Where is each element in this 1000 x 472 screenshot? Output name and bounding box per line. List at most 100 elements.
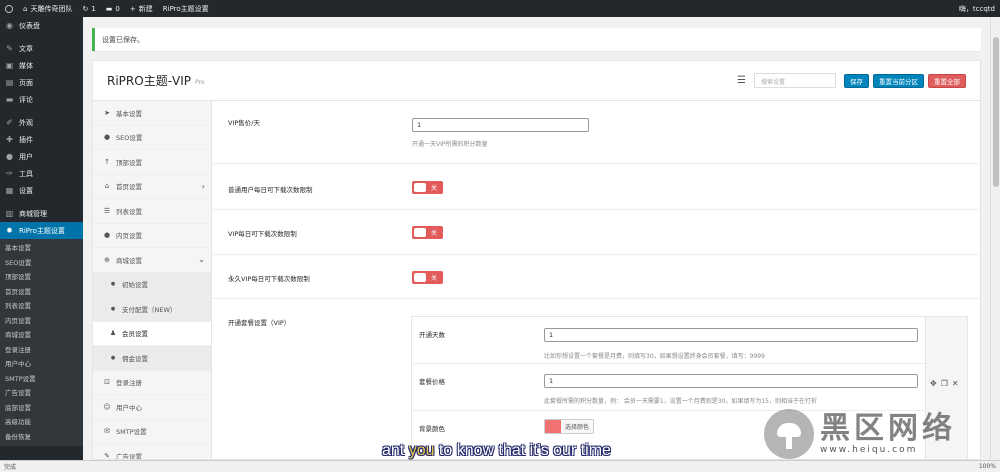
zoom-level[interactable]: 100% (979, 463, 996, 470)
nav-item[interactable]: ✉ SMTP设置 (93, 420, 211, 444)
menu-item[interactable]: ✹ RiPro主题设置 (0, 222, 83, 239)
home-icon: ⌂ (23, 4, 28, 13)
submenu-item[interactable]: 广告设置 (0, 386, 83, 401)
nav-item[interactable]: ● 内页设置 (93, 224, 211, 248)
admin-sidebar-menu: ◉ 仪表盘 ✎ 文章 ▣ 媒体 ▤ 页面 ▬ 评论 ✐ 外观 ✚ 插件 ● 用户 ✑ 工具 ▦ 设置 ▥ 商城管理 ✹ RiP… (0, 17, 83, 460)
submenu-item[interactable]: 底部设置 (0, 401, 83, 416)
menu-item[interactable]: ✎ 文章 (0, 40, 83, 57)
nav-item[interactable]: ⌂ 首页设置 › (93, 175, 211, 199)
plugin-icon: ✚ (6, 135, 13, 144)
copy-icon[interactable]: ❐ (941, 379, 948, 388)
submenu-item[interactable]: 用户中心 (0, 357, 83, 372)
menu-item[interactable]: ● 用户 (0, 148, 83, 165)
color-picker-button[interactable]: 选择颜色 (544, 419, 595, 434)
submenu-item[interactable]: 列表设置 (0, 299, 83, 314)
panel-title: RiPRO主题-VIP (107, 74, 192, 88)
comments-link[interactable]: ▬ 0 (101, 0, 125, 17)
expand-list-icon[interactable]: ☰ (737, 75, 746, 86)
nav-item[interactable]: ➤ 基本设置 (93, 101, 211, 126)
chevron-icon: ⌄ (198, 255, 205, 265)
move-icon[interactable]: ✥ (930, 379, 937, 388)
page-scrollbar[interactable] (990, 17, 1000, 460)
home-icon: ⌂ (104, 182, 110, 191)
theme-settings-link[interactable]: RiPro主题设置 (158, 0, 214, 17)
nav-item-label: 列表设置 (116, 207, 142, 216)
vip-price-input[interactable]: 1 (412, 118, 589, 132)
scrollbar-thumb[interactable] (993, 37, 999, 187)
menu-item-label: 评论 (19, 95, 33, 104)
submenu-item[interactable]: SMTP设置 (0, 372, 83, 387)
package-price-desc: 此套餐所需的积分数量，例： 会员一天需要1，设置一个月费则是30，如果填写为15… (544, 398, 817, 405)
arrow-up-icon: ↑ (104, 157, 110, 166)
submenu-item[interactable]: 基本设置 (0, 241, 83, 256)
submenu-item[interactable]: 顶部设置 (0, 270, 83, 285)
submenu-item[interactable]: SEO设置 (0, 256, 83, 271)
comment-icon: ▬ (105, 4, 113, 13)
packages-label: 开通套餐设置（VIP） (228, 319, 291, 327)
forever-daily-toggle[interactable]: 关 (412, 271, 443, 284)
menu-item[interactable]: ▤ 页面 (0, 74, 83, 91)
nav-item-label: 广告设置 (116, 452, 142, 460)
menu-item[interactable]: ✚ 插件 (0, 131, 83, 148)
nav-item-label: 支付配置（NEW） (122, 305, 177, 314)
dot-icon: ● (110, 281, 116, 288)
reset-all-button[interactable]: 重置全部 (928, 73, 966, 88)
menu-item[interactable]: ▥ 商城管理 (0, 205, 83, 222)
settings-panel: RiPRO主题-VIP Pro ☰ 搜索设置 保存 重置当前分区 重置全部 ➤ 基… (92, 60, 981, 460)
remove-icon[interactable]: ✕ (952, 379, 959, 388)
nav-item[interactable]: ☺ 用户中心 (93, 395, 211, 420)
nav-item[interactable]: ● 支付配置（NEW） (93, 297, 211, 322)
normal-daily-toggle[interactable]: 关 (412, 181, 443, 194)
toggle-knob (414, 228, 426, 237)
submenu-item[interactable]: 首页设置 (0, 285, 83, 300)
notice-text: 设置已保存。 (102, 35, 144, 44)
package-price-row: 套餐价格 1 此套餐所需的积分数量，例： 会员一天需要1，设置一个月费则是30，… (412, 364, 925, 411)
reset-section-button[interactable]: 重置当前分区 (873, 73, 924, 88)
nav-item[interactable]: ● 初始设置 (93, 272, 211, 297)
menu-item-label: 外观 (19, 118, 33, 127)
menu-item[interactable]: ◉ 仪表盘 (0, 17, 83, 34)
site-name: 天雕传奇团队 (30, 4, 73, 13)
subtitle-part1: ant (382, 442, 409, 459)
submenu-item[interactable]: 备份恢复 (0, 430, 83, 445)
updates-link[interactable]: ↻ 1 (77, 0, 100, 17)
submenu-item[interactable]: 高级功能 (0, 415, 83, 430)
circle-icon: ● (103, 231, 111, 240)
nav-item[interactable]: ✎ 广告设置 (93, 444, 211, 460)
dot-icon: ● (110, 354, 116, 361)
package-price-input[interactable]: 1 (544, 374, 918, 388)
nav-item[interactable]: ⊡ 登录注册 (93, 371, 211, 395)
submenu-item[interactable]: 登录注册 (0, 343, 83, 358)
nav-item[interactable]: ● SEO设置 (93, 126, 211, 150)
wordpress-logo[interactable] (0, 0, 18, 17)
nav-item[interactable]: ↑ 顶部设置 (93, 150, 211, 175)
theme-settings-label: RiPro主题设置 (162, 4, 209, 13)
mail-icon: ✉ (104, 427, 110, 436)
menu-item[interactable]: ▣ 媒体 (0, 57, 83, 74)
watermark-text: 黑区网络 www.heiqu.com (820, 413, 956, 456)
nav-item[interactable]: ● 佣金设置 (93, 346, 211, 371)
lock-icon: ⊡ (104, 378, 110, 387)
menu-item[interactable]: ✑ 工具 (0, 165, 83, 182)
user-account-link[interactable]: 嗨，tccqtd (954, 0, 1000, 17)
vip-daily-toggle[interactable]: 关 (412, 226, 443, 239)
search-settings-input[interactable]: 搜索设置 (754, 73, 836, 88)
list-icon: ☰ (103, 206, 111, 215)
comments-count: 0 (115, 4, 120, 13)
forever-daily-label: 永久VIP每日可下载次数限制 (228, 275, 310, 283)
submenu-item[interactable]: 内页设置 (0, 314, 83, 329)
user-greeting: 嗨，tccqtd (958, 4, 995, 13)
menu-item[interactable]: ▬ 评论 (0, 91, 83, 108)
submenu-item[interactable]: 商城设置 (0, 328, 83, 343)
menu-item[interactable]: ✐ 外观 (0, 114, 83, 131)
nav-item[interactable]: ⊕ 商城设置 ⌄ (93, 248, 211, 273)
save-button[interactable]: 保存 (844, 73, 869, 88)
menu-item[interactable]: ▦ 设置 (0, 182, 83, 199)
package-days-input[interactable]: 1 (544, 328, 918, 342)
menu-item-label: 媒体 (19, 61, 33, 70)
pin-icon: ✎ (6, 44, 13, 53)
new-content-link[interactable]: + 新建 (125, 0, 158, 17)
site-name-link[interactable]: ⌂ 天雕传奇团队 (18, 0, 77, 17)
nav-item[interactable]: ☰ 列表设置 (93, 199, 211, 224)
nav-item[interactable]: ♟ 会员设置 (93, 321, 211, 346)
